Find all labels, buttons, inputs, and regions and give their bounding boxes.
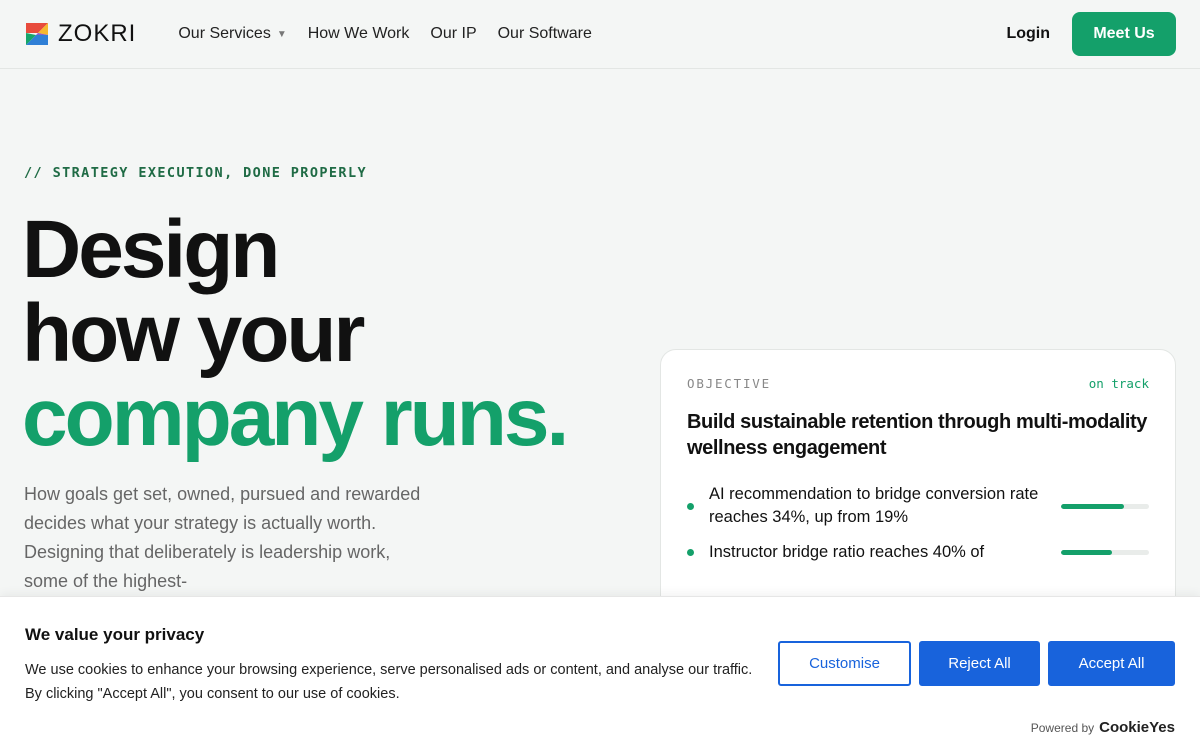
- cookie-consent-banner: We value your privacy We use cookies to …: [0, 596, 1200, 750]
- key-result-progress-fill: [1061, 503, 1125, 509]
- nav-item-label: How We Work: [307, 25, 410, 42]
- key-result-text: Instructor bridge ratio reaches 40% of: [709, 543, 985, 561]
- key-result-item: Instructor bridge ratio reaches 40% of: [687, 541, 1149, 564]
- cookieyes-logo: CookieYes: [1099, 719, 1175, 736]
- reject-all-button[interactable]: Reject All: [919, 641, 1040, 686]
- site-header: ZOKRI Our Services ▼ How We Work Our IP …: [0, 0, 1200, 69]
- key-result-progress-bar: [1061, 550, 1149, 555]
- headline-line-3: company runs.: [22, 372, 569, 463]
- headline-line-2: how your: [22, 288, 365, 379]
- hero-lede: How goals get set, owned, pursued and re…: [24, 484, 421, 591]
- nav-item-our-ip[interactable]: Our IP: [430, 25, 476, 43]
- nav-item-label: Our Software: [497, 25, 592, 42]
- logo[interactable]: ZOKRI: [24, 20, 136, 48]
- nav-item-label: Our Services: [178, 25, 271, 42]
- caret-down-icon: ▼: [276, 28, 287, 40]
- cookie-title: We value your privacy: [25, 625, 205, 644]
- accept-all-button[interactable]: Accept All: [1048, 641, 1175, 686]
- nav-item-our-software[interactable]: Our Software: [498, 25, 592, 43]
- powered-by-label: Powered by: [1030, 720, 1095, 735]
- headline-line-1: Design: [22, 204, 280, 295]
- objective-card-header: OBJECTIVE on track: [687, 376, 1149, 391]
- nav-item-label: Our IP: [430, 25, 477, 42]
- key-result-item: AI recommendation to bridge conversion r…: [687, 483, 1149, 529]
- cookie-actions: Customise Reject All Accept All: [778, 641, 1175, 686]
- hero-eyebrow: // STRATEGY EXECUTION, DONE PROPERLY: [24, 165, 367, 181]
- objective-title: Build sustainable retention through mult…: [687, 411, 1148, 459]
- key-result-progress-bar: [1061, 503, 1149, 509]
- key-result-progress-fill: [1061, 550, 1113, 555]
- logo-text: ZOKRI: [58, 20, 137, 47]
- bullet-dot-icon: [687, 549, 694, 556]
- header-actions: Login Meet Us: [1006, 12, 1176, 56]
- zokri-logo-icon: [26, 23, 48, 45]
- cookie-description: We use cookies to enhance your browsing …: [25, 662, 753, 702]
- meet-us-button[interactable]: Meet Us: [1072, 12, 1176, 56]
- key-result-text: AI recommendation to bridge conversion r…: [709, 485, 1039, 526]
- powered-by[interactable]: Powered by CookieYes: [1031, 719, 1175, 736]
- objective-label: OBJECTIVE: [687, 376, 771, 391]
- customise-button[interactable]: Customise: [778, 641, 911, 686]
- hero-headline: Design how your company runs.: [22, 204, 569, 463]
- nav-item-our-services[interactable]: Our Services ▼: [178, 25, 286, 43]
- bullet-dot-icon: [687, 502, 694, 510]
- nav-item-how-we-work[interactable]: How We Work: [308, 25, 410, 43]
- main-nav: Our Services ▼ How We Work Our IP Our So…: [178, 25, 592, 43]
- objective-status: on track: [1088, 376, 1149, 391]
- login-link[interactable]: Login: [1006, 25, 1050, 43]
